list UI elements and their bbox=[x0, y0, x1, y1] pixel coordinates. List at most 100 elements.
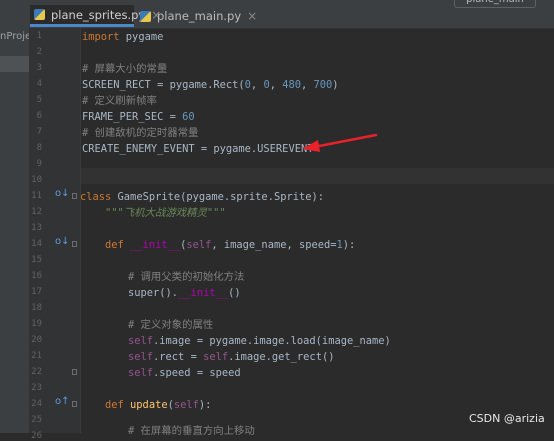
code-token: , bbox=[269, 79, 283, 91]
code-line-14[interactable]: def __init__(self, image_name, speed=1): bbox=[105, 238, 355, 252]
code-token: .image.get_rect() bbox=[228, 351, 335, 363]
code-token: GameSprite bbox=[117, 191, 181, 203]
code-line-5[interactable]: # 定义刷新帧率 bbox=[82, 94, 157, 108]
code-token: self bbox=[186, 239, 212, 251]
code-line-8[interactable]: CREATE_ENEMY_EVENT = pygame.USEREVENT bbox=[82, 142, 313, 156]
project-selected-item[interactable] bbox=[0, 56, 29, 72]
line-number: 21 bbox=[31, 351, 42, 361]
line-number: 8 bbox=[36, 143, 42, 153]
line-number: 25 bbox=[31, 415, 42, 425]
line-number: 9 bbox=[36, 159, 42, 169]
line-number: 17 bbox=[31, 287, 42, 297]
fold-marker-icon[interactable] bbox=[72, 193, 77, 199]
code-token: .rect = bbox=[153, 351, 204, 363]
line-number: 14 bbox=[31, 239, 42, 249]
code-line-1[interactable]: import pygame bbox=[82, 30, 163, 44]
code-token: FRAME_PER_SEC = bbox=[82, 111, 183, 123]
python-file-icon bbox=[140, 10, 151, 22]
arrow-head bbox=[302, 140, 320, 152]
line-number: 15 bbox=[31, 255, 42, 265]
project-panel-label: nProje bbox=[0, 31, 30, 42]
line-number: 6 bbox=[36, 111, 42, 121]
code-token: , bbox=[250, 79, 264, 91]
code-line-6[interactable]: FRAME_PER_SEC = 60 bbox=[82, 110, 195, 124]
code-token: .speed = speed bbox=[153, 367, 241, 379]
code-token: ): bbox=[198, 399, 212, 411]
code-line-21[interactable]: self.rect = self.image.get_rect() bbox=[128, 350, 334, 364]
code-token: pygame bbox=[119, 31, 164, 43]
fold-marker-icon[interactable] bbox=[72, 241, 77, 247]
code-token: 700 bbox=[313, 79, 333, 91]
line-number: 10 bbox=[31, 175, 42, 185]
run-configuration-selector[interactable]: plane_main bbox=[454, 0, 536, 8]
code-line-3[interactable]: # 屏幕大小的常量 bbox=[82, 62, 167, 76]
code-line-11[interactable]: class GameSprite(pygame.sprite.Sprite): bbox=[80, 190, 324, 204]
line-number: 24 bbox=[31, 399, 42, 409]
current-line-highlight bbox=[80, 168, 554, 184]
code-line-24[interactable]: def update(self): bbox=[105, 398, 211, 412]
code-line-20[interactable]: self.image = pygame.image.load(image_nam… bbox=[128, 334, 391, 348]
code-token: ) bbox=[332, 79, 339, 91]
code-line-4[interactable]: SCREEN_RECT = pygame.Rect(0, 0, 480, 700… bbox=[82, 78, 339, 92]
code-line-22[interactable]: self.speed = speed bbox=[128, 366, 241, 380]
code-token: self bbox=[173, 399, 199, 411]
python-file-icon bbox=[34, 9, 45, 20]
line-number: 13 bbox=[31, 223, 42, 233]
code-token: ): bbox=[342, 239, 356, 251]
code-line-12[interactable]: """飞机大战游戏精灵""" bbox=[105, 206, 226, 220]
line-number: 12 bbox=[31, 207, 42, 217]
code-token: , image_name, speed= bbox=[211, 239, 337, 251]
code-token: __init__ bbox=[178, 287, 229, 299]
override-marker-icon[interactable]: o↑ bbox=[55, 396, 70, 407]
line-number: 11 bbox=[31, 191, 42, 201]
tab-label: plane_sprites.py bbox=[51, 7, 146, 22]
override-marker-icon[interactable]: o↓ bbox=[55, 236, 70, 247]
override-marker-icon[interactable]: o↓ bbox=[55, 188, 70, 199]
tab-plane-main[interactable]: plane_main.py × bbox=[136, 5, 257, 27]
code-token: self bbox=[128, 351, 154, 363]
code-token: import bbox=[82, 31, 120, 43]
code-token: () bbox=[228, 287, 241, 299]
close-tab-icon[interactable]: × bbox=[247, 9, 257, 23]
annotation-arrow-icon bbox=[302, 133, 378, 152]
code-line-17[interactable]: super().__init__() bbox=[128, 286, 241, 300]
line-number: 19 bbox=[31, 319, 42, 329]
code-token: update bbox=[130, 399, 168, 411]
editor-tab-bar: plane_sprites.py × plane_main.py × plane… bbox=[0, 0, 554, 29]
fold-marker-icon[interactable] bbox=[72, 401, 77, 407]
line-number: 20 bbox=[31, 335, 42, 345]
code-token: def bbox=[105, 399, 124, 411]
code-token: 60 bbox=[182, 111, 195, 123]
line-number: 1 bbox=[36, 31, 42, 41]
line-number: 5 bbox=[36, 95, 42, 105]
line-number: 7 bbox=[36, 127, 42, 137]
line-number: 4 bbox=[36, 79, 42, 89]
code-token: .image = pygame.image.load(image_name) bbox=[153, 335, 391, 347]
indent-guide bbox=[80, 28, 81, 433]
line-number: 18 bbox=[31, 303, 42, 313]
fold-marker-icon[interactable] bbox=[72, 369, 77, 375]
code-token: , bbox=[301, 79, 314, 91]
tab-plane-sprites[interactable]: plane_sprites.py × bbox=[30, 5, 161, 27]
code-line-26[interactable]: # 在屏幕的垂直方向上移动 bbox=[128, 424, 255, 438]
line-number: 22 bbox=[31, 367, 42, 377]
code-line-16[interactable]: # 调用父类的初始化方法 bbox=[128, 270, 244, 284]
code-token: def bbox=[105, 239, 124, 251]
code-token: 480 bbox=[282, 79, 301, 91]
code-token: super(). bbox=[128, 287, 179, 299]
line-number: 2 bbox=[36, 47, 42, 57]
code-token: self bbox=[128, 367, 154, 379]
code-token: class bbox=[80, 191, 112, 203]
code-token: (pygame.sprite.Sprite): bbox=[180, 191, 324, 203]
code-line-19[interactable]: # 定义对象的属性 bbox=[128, 318, 213, 332]
code-token: __init__ bbox=[130, 239, 181, 251]
code-line-7[interactable]: # 创建敌机的定时器常量 bbox=[82, 126, 198, 140]
project-panel: nProje bbox=[0, 28, 30, 433]
line-number: 16 bbox=[31, 271, 42, 281]
code-token: SCREEN_RECT = pygame.Rect( bbox=[82, 79, 245, 91]
watermark: CSDN @arizia bbox=[469, 412, 545, 425]
code-token: self bbox=[128, 335, 154, 347]
line-number: 3 bbox=[36, 63, 42, 73]
arrow-shaft bbox=[312, 133, 378, 149]
line-number: 23 bbox=[31, 383, 42, 393]
